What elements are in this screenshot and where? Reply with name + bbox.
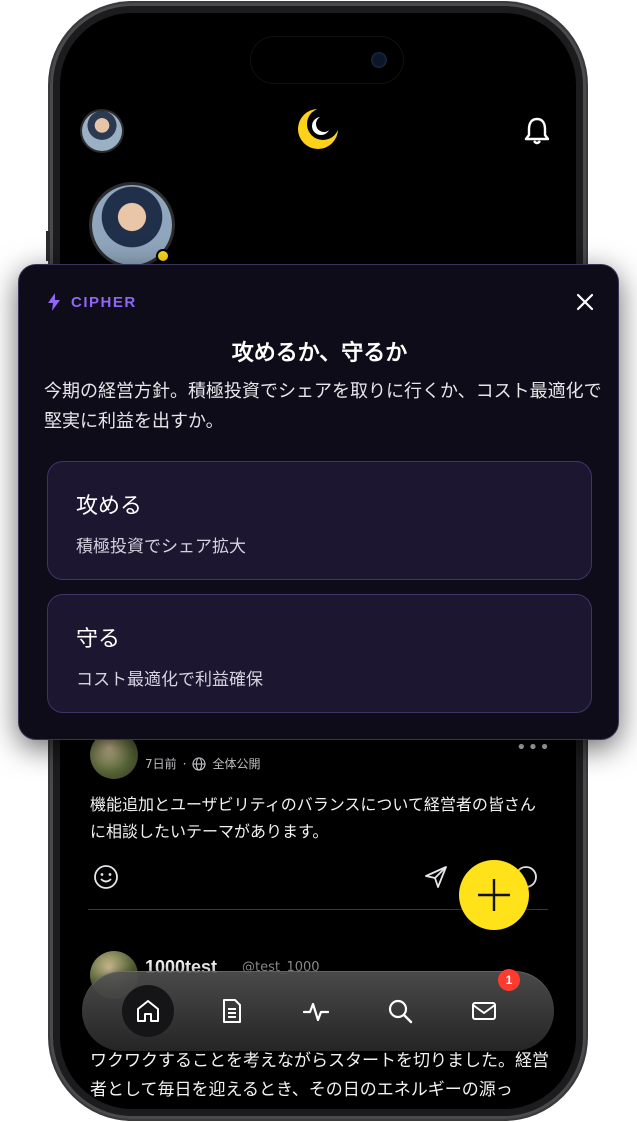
home-icon (137, 1000, 159, 1022)
modal-tag: CIPHER (47, 293, 137, 311)
option-title: 守る (76, 627, 121, 652)
post-meta: 7日前 · 全体公開 (145, 755, 260, 772)
nav-home[interactable] (122, 985, 174, 1037)
option-attack-button[interactable]: 攻める 積極投資でシェア拡大 (47, 461, 592, 580)
lightning-icon (48, 293, 60, 311)
document-icon (223, 999, 241, 1023)
bottom-nav: 1 (82, 969, 554, 1051)
globe-icon (192, 756, 207, 771)
modal-tag-label: CIPHER (71, 293, 137, 311)
option-title: 攻める (76, 494, 143, 519)
nav-search[interactable] (374, 985, 426, 1037)
option-subtitle: 積極投資でシェア拡大 (76, 537, 246, 557)
close-icon[interactable] (574, 291, 596, 313)
action-button (46, 231, 50, 261)
separator-dot: · (182, 756, 187, 771)
post-time: 7日前 (145, 757, 177, 771)
emoji-reaction-icon[interactable] (92, 863, 120, 891)
cipher-decision-modal: CIPHER 攻めるか、守るか 今期の経営方針。積極投資でシェアを取りに行くか、… (18, 264, 619, 740)
post-body: 機能追加とユーザビリティのバランスについて経営者の皆さんに相談したいテーマがあり… (90, 795, 536, 841)
share-send-icon[interactable] (422, 863, 450, 891)
post-visibility: 全体公開 (212, 757, 261, 771)
option-subtitle: コスト最適化で利益確保 (76, 670, 263, 690)
more-options-icon[interactable]: ••• (516, 737, 551, 758)
nav-activity[interactable] (290, 985, 342, 1037)
modal-description: 今期の経営方針。積極投資でシェアを取りに行くか、コスト最適化で堅実に利益を出すか… (44, 381, 602, 432)
mail-badge: 1 (498, 969, 520, 991)
option-defend-button[interactable]: 守る コスト最適化で利益確保 (47, 594, 592, 713)
post-body: ワクワクすることを考えながらスタートを切りました。経営者として毎日を迎えるとき、… (90, 1051, 549, 1100)
mail-icon (472, 1002, 496, 1020)
plus-icon (478, 879, 510, 911)
create-post-button[interactable] (459, 860, 529, 930)
modal-title: 攻めるか、守るか (231, 341, 408, 366)
search-icon (388, 999, 413, 1024)
nav-messages[interactable] (458, 985, 510, 1037)
nav-documents[interactable] (206, 985, 258, 1037)
activity-icon (303, 1002, 329, 1022)
